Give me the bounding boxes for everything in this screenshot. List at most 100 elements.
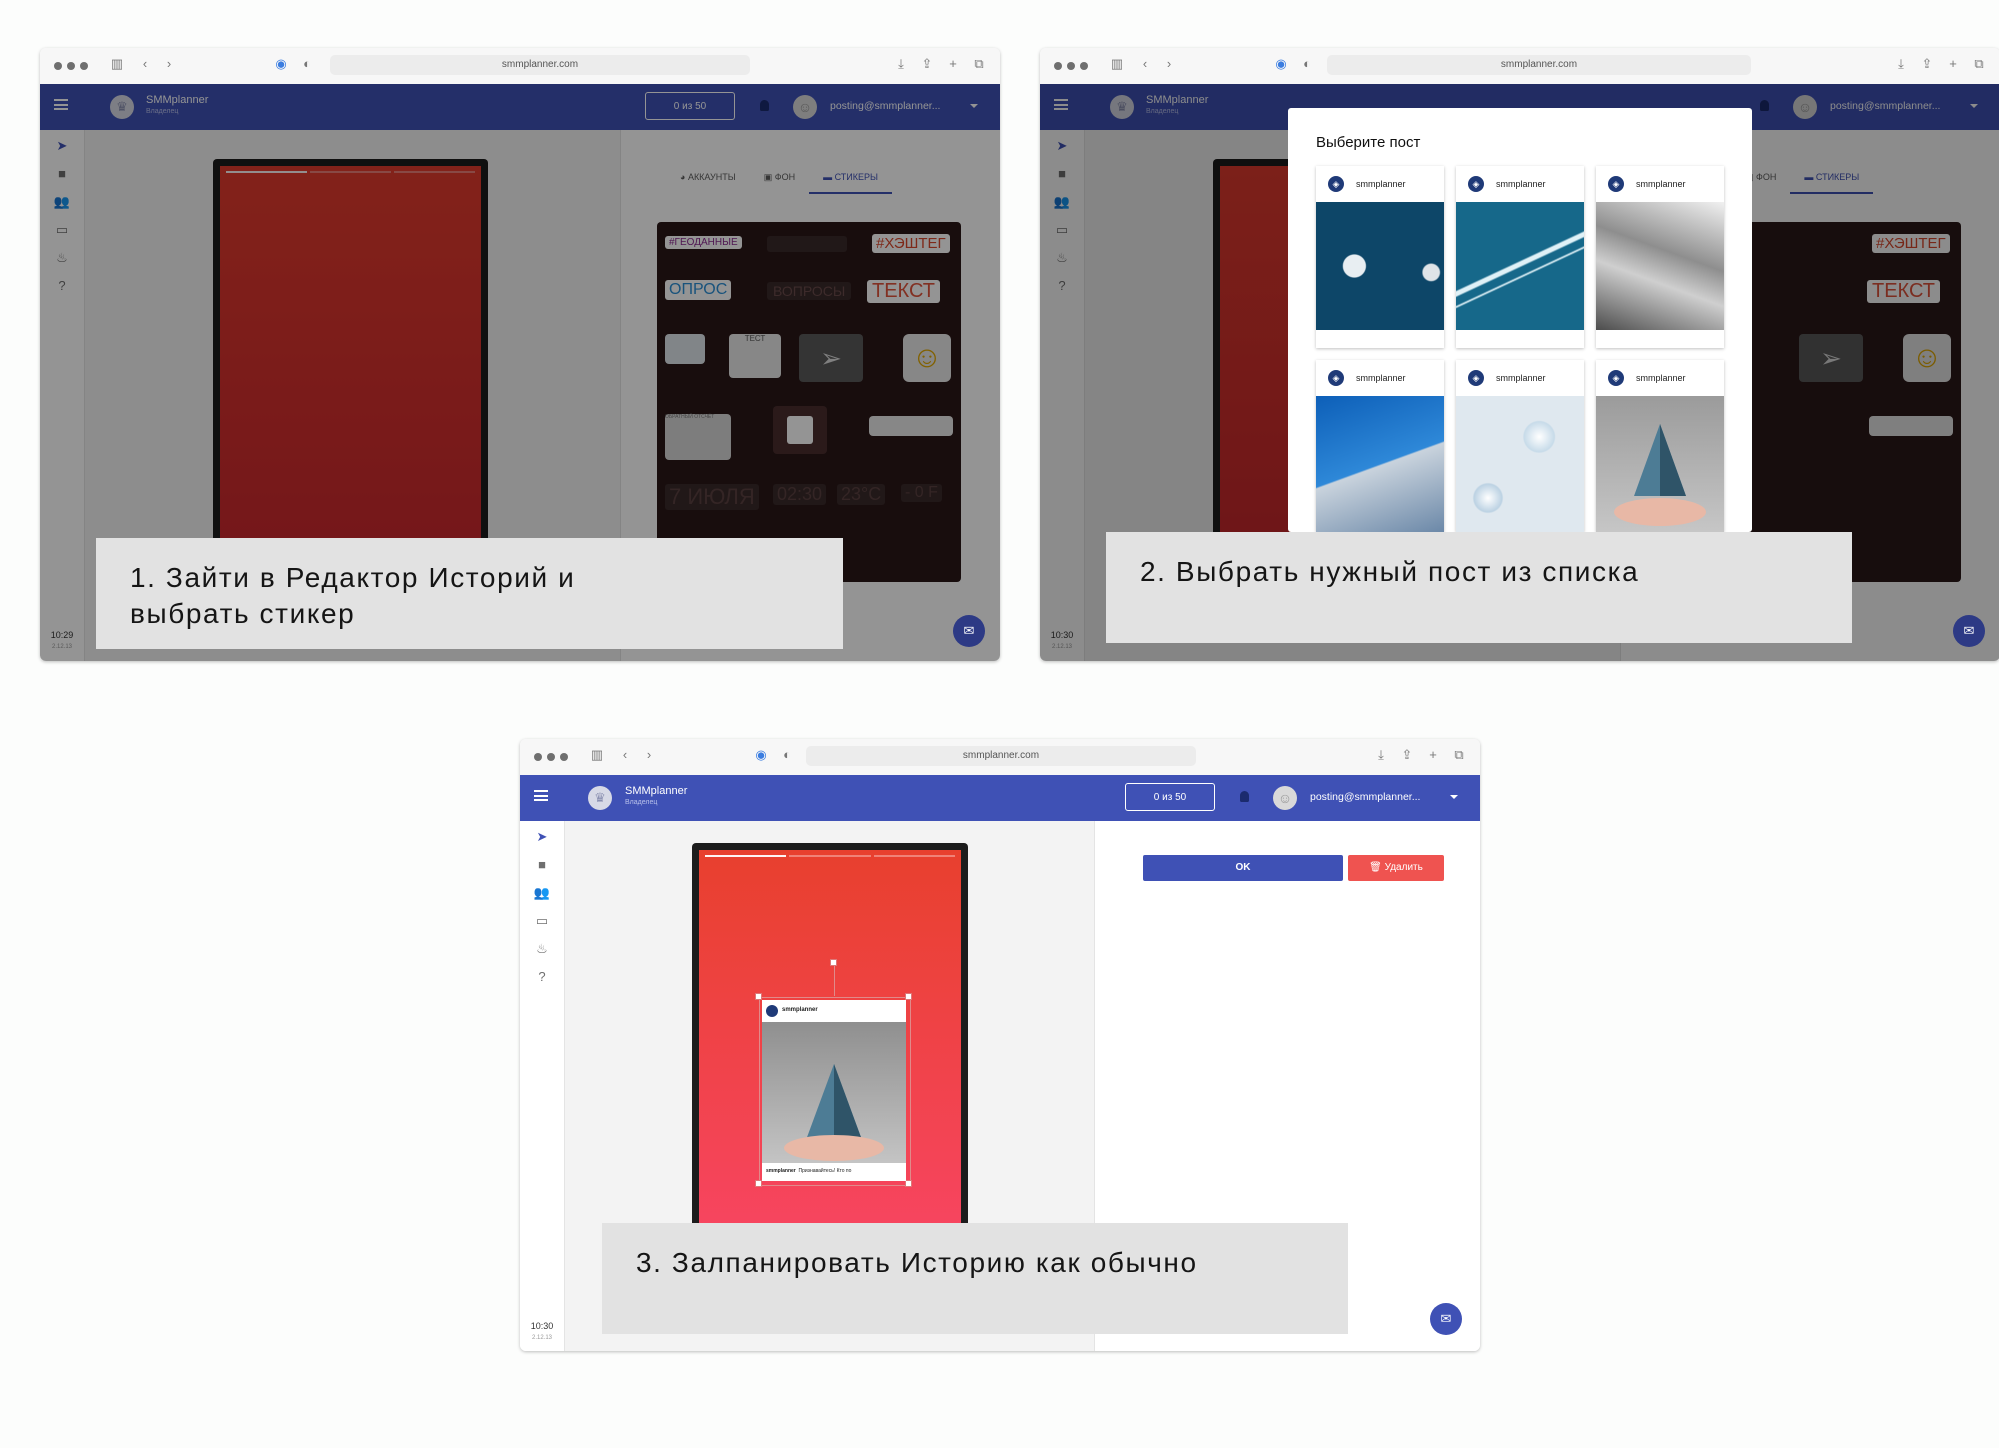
forward-icon[interactable]: › — [1162, 57, 1176, 71]
tabs-overview-icon[interactable]: ⧉ — [972, 57, 986, 71]
help-icon[interactable]: ? — [532, 967, 552, 987]
card-icon[interactable]: ▭ — [532, 911, 552, 931]
caption-step-3: 3. Залпанировать Историю как обычно — [602, 1223, 1348, 1334]
forward-icon[interactable]: › — [642, 748, 656, 762]
account-avatar: ◈ — [1468, 176, 1484, 192]
back-icon[interactable]: ‹ — [1138, 57, 1152, 71]
browser-toolbar: ▥ ‹ › ◉ ◐ smmplanner.com ⤓ ⇪ + ⧉ — [1040, 48, 1999, 85]
shield-icon[interactable]: ◐ — [300, 57, 314, 71]
new-tab-icon[interactable]: + — [946, 57, 960, 71]
privacy-icon[interactable]: ◉ — [274, 57, 288, 71]
forward-icon[interactable]: › — [162, 57, 176, 71]
sidebar-toggle-icon[interactable]: ▥ — [590, 748, 604, 762]
resize-handle-tl[interactable] — [755, 993, 762, 1000]
send-icon[interactable]: ➤ — [532, 827, 552, 847]
people-icon[interactable]: 👥 — [532, 883, 552, 903]
chat-button[interactable]: ✉ — [953, 615, 985, 647]
window-controls[interactable] — [1054, 62, 1088, 70]
trash-icon: 🗑 — [1369, 862, 1382, 873]
address-bar[interactable]: smmplanner.com — [330, 55, 750, 75]
ok-button[interactable]: OK — [1143, 855, 1343, 881]
story-canvas[interactable]: smmplanner smmplanner Признавайтесь! Кто… — [699, 850, 961, 1233]
download-icon[interactable]: ⤓ — [894, 57, 908, 71]
tabs-overview-icon[interactable]: ⧉ — [1452, 748, 1466, 762]
url-text: smmplanner.com — [962, 750, 1040, 761]
window-controls[interactable] — [534, 753, 568, 761]
delete-label: Удалить — [1384, 862, 1423, 873]
share-icon[interactable]: ⇪ — [920, 57, 934, 71]
download-icon[interactable]: ⤓ — [1374, 748, 1388, 762]
account-avatar: ◈ — [1468, 370, 1484, 386]
shield-icon[interactable]: ◐ — [780, 748, 794, 762]
post-card[interactable]: ◈ smmplanner — [1456, 360, 1584, 532]
address-bar[interactable]: smmplanner.com — [1327, 55, 1751, 75]
rotate-handle[interactable] — [830, 959, 837, 966]
share-icon[interactable]: ⇪ — [1400, 748, 1414, 762]
new-tab-icon[interactable]: + — [1426, 748, 1440, 762]
chat-button[interactable]: ✉ — [1953, 615, 1985, 647]
user-role: Владелец — [625, 799, 658, 806]
paper-pyramid-illustration — [784, 1064, 884, 1161]
choose-post-modal: Выберите пост ◈ smmplanner ◈ smmplanner … — [1288, 108, 1752, 532]
post-image-hands-pyramid — [1596, 396, 1724, 532]
post-sticker-image — [762, 1022, 906, 1163]
account-avatar: ◈ — [1328, 176, 1344, 192]
back-icon[interactable]: ‹ — [138, 57, 152, 71]
chevron-down-icon[interactable] — [1450, 795, 1458, 799]
app-header: ♛ SMMplanner Владелец 0 из 50 ☺ posting@… — [520, 775, 1480, 821]
post-sticker-avatar — [766, 1005, 778, 1017]
account-name: smmplanner — [1496, 179, 1546, 189]
new-tab-icon[interactable]: + — [1946, 57, 1960, 71]
privacy-icon[interactable]: ◉ — [754, 748, 768, 762]
account-name: smmplanner — [1356, 373, 1406, 383]
post-card[interactable]: ◈ smmplanner — [1316, 166, 1444, 348]
account-name: smmplanner — [1356, 179, 1406, 189]
resize-handle-bl[interactable] — [755, 1180, 762, 1187]
caption-step-3-text: 3. Залпанировать Историю как обычно — [636, 1247, 1198, 1278]
post-card[interactable]: ◈ smmplanner — [1596, 360, 1724, 532]
post-footer-user: smmplanner — [766, 1168, 796, 1174]
brand-name: SMMplanner — [625, 785, 688, 797]
resize-handle-tr[interactable] — [905, 993, 912, 1000]
user-avatar[interactable]: ☺ — [1273, 786, 1297, 810]
download-icon[interactable]: ⤓ — [1894, 57, 1908, 71]
caption-step-1: 1. Зайти в Редактор Историй и выбрать ст… — [96, 538, 843, 649]
posts-counter[interactable]: 0 из 50 — [1125, 783, 1215, 811]
menu-icon[interactable] — [534, 790, 548, 801]
post-sticker[interactable]: smmplanner smmplanner Признавайтесь! Кто… — [762, 1000, 906, 1181]
resize-handle-br[interactable] — [905, 1180, 912, 1187]
window-controls[interactable] — [54, 62, 88, 70]
back-icon[interactable]: ‹ — [618, 748, 632, 762]
user-email[interactable]: posting@smmplanner... — [1310, 791, 1420, 803]
fire-icon[interactable]: ♨ — [532, 939, 552, 959]
delete-button[interactable]: 🗑 Удалить — [1348, 855, 1444, 881]
address-bar[interactable]: smmplanner.com — [806, 746, 1196, 766]
sidebar-toggle-icon[interactable]: ▥ — [1110, 57, 1124, 71]
bell-icon[interactable] — [1240, 791, 1249, 802]
clock-time: 10:30 — [530, 1321, 554, 1331]
sidebar-toggle-icon[interactable]: ▥ — [110, 57, 124, 71]
account-name: smmplanner — [1636, 179, 1686, 189]
privacy-icon[interactable]: ◉ — [1274, 57, 1288, 71]
url-text: smmplanner.com — [1500, 59, 1578, 70]
browser-toolbar: ▥ ‹ › ◉ ◐ smmplanner.com ⤓ ⇪ + ⧉ — [40, 48, 1000, 85]
account-name: smmplanner — [1496, 373, 1546, 383]
post-card[interactable]: ◈ smmplanner — [1456, 166, 1584, 348]
account-avatar: ◈ — [1328, 370, 1344, 386]
caption-step-2: 2. Выбрать нужный пост из списка — [1106, 532, 1852, 643]
post-sticker-account: smmplanner — [782, 1007, 818, 1013]
caption-step-2-text: 2. Выбрать нужный пост из списка — [1140, 556, 1640, 587]
folder-icon[interactable]: ■ — [532, 855, 552, 875]
story-phone: smmplanner smmplanner Признавайтесь! Кто… — [692, 843, 968, 1233]
left-sidebar: ➤ ■ 👥 ▭ ♨ ? 10:30 2.12.13 — [520, 821, 565, 1351]
account-name: smmplanner — [1636, 373, 1686, 383]
shield-icon[interactable]: ◐ — [1300, 57, 1314, 71]
post-image-contrails — [1456, 202, 1584, 330]
account-avatar: ◈ — [1608, 370, 1624, 386]
share-icon[interactable]: ⇪ — [1920, 57, 1934, 71]
post-card[interactable]: ◈ smmplanner — [1316, 360, 1444, 532]
tabs-overview-icon[interactable]: ⧉ — [1972, 57, 1986, 71]
chat-button[interactable]: ✉ — [1430, 1303, 1462, 1335]
account-avatar: ◈ — [1608, 176, 1624, 192]
post-card[interactable]: ◈ smmplanner — [1596, 166, 1724, 348]
